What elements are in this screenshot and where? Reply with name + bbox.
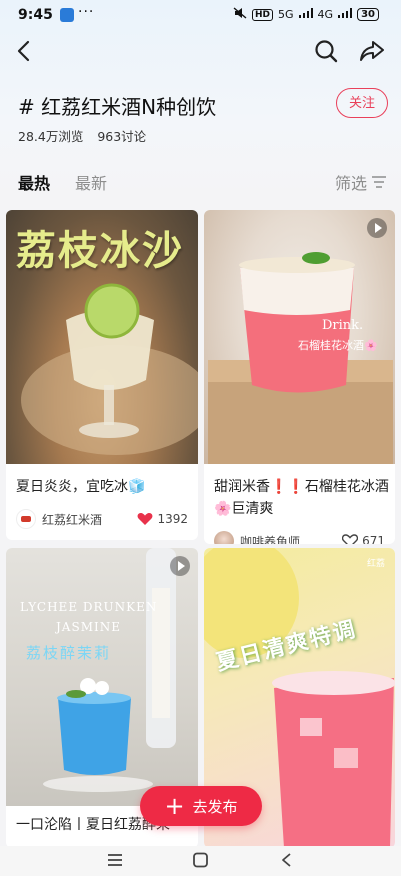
share-icon[interactable] xyxy=(359,38,385,64)
like-button[interactable]: 671 xyxy=(342,534,385,544)
post-title: 甜润米香❗❗石榴桂花冰酒🌸巨清爽 xyxy=(214,479,389,517)
tab-hot[interactable]: 最热 xyxy=(18,170,50,194)
follow-button[interactable]: 关注 xyxy=(336,88,388,118)
filter-button[interactable]: 筛选 xyxy=(335,170,386,194)
post-card[interactable]: Drink. 石榴桂花冰酒🌸 甜润米香❗❗石榴桂花冰酒🌸巨清爽 咖啡养鱼师 67… xyxy=(204,210,395,544)
signal-bars-icon xyxy=(298,8,313,21)
cover-caption-cn: 石榴桂花冰酒🌸 xyxy=(298,339,378,352)
post-cover-image: Drink. 石榴桂花冰酒🌸 xyxy=(204,210,395,464)
hd-badge: HD xyxy=(252,8,274,21)
sort-tabs: 最热 最新 筛选 xyxy=(18,170,386,194)
cover-caption-en-2: JASMINE xyxy=(56,620,121,634)
post-card[interactable]: 荔枝冰沙 夏日炎炎，宜吃冰🧊 红荔红米酒 1392 xyxy=(6,210,198,540)
post-cover-image: 荔枝冰沙 xyxy=(6,210,198,464)
status-bar: 9:45 ··· HD 5G 4G 30 xyxy=(0,0,401,30)
filter-label: 筛选 xyxy=(334,174,367,193)
cover-caption-en: LYCHEE DRUNKEN xyxy=(20,600,158,614)
view-count: 28.4万浏览 xyxy=(18,129,84,144)
heart-outline-icon xyxy=(342,534,359,544)
battery-indicator: 30 xyxy=(357,8,379,21)
cover-caption-cn: 荔枝醉茉莉 xyxy=(26,644,112,662)
post-title: 夏日炎炎，宜吃冰🧊 xyxy=(16,479,146,495)
like-button[interactable]: 1392 xyxy=(137,512,188,526)
signal-bars-icon-2 xyxy=(338,8,353,21)
plus-icon: + xyxy=(164,792,185,820)
topic-stats: 28.4万浏览 963讨论 xyxy=(18,126,156,145)
status-time: 9:45 xyxy=(18,7,53,23)
home-icon[interactable] xyxy=(192,852,212,870)
filter-icon xyxy=(372,176,386,188)
brand-logo: 红荔 xyxy=(366,559,385,569)
back-icon[interactable] xyxy=(12,38,38,64)
more-notifications: ··· xyxy=(78,4,95,20)
mute-icon xyxy=(233,7,247,22)
cover-caption-en: Drink. xyxy=(322,318,364,333)
menu-icon[interactable] xyxy=(106,852,126,870)
video-play-icon xyxy=(170,556,190,576)
avatar[interactable] xyxy=(16,509,36,529)
avatar[interactable] xyxy=(214,531,234,544)
heart-filled-icon xyxy=(138,513,153,525)
topic-title: # 红荔红米酒N种创饮 xyxy=(18,95,217,119)
discussion-count: 963讨论 xyxy=(97,129,147,144)
cover-caption: 荔枝冰沙 xyxy=(16,227,184,274)
post-cover-image: LYCHEE DRUNKEN JASMINE 荔枝醉茉莉 xyxy=(6,548,198,806)
status-indicators: HD 5G 4G 30 xyxy=(233,7,379,22)
nav-bar xyxy=(0,34,401,68)
signal-5g: 5G xyxy=(278,8,294,21)
publish-button[interactable]: + 去发布 xyxy=(140,786,262,826)
post-author[interactable]: 红荔红米酒 xyxy=(42,511,137,528)
video-play-icon xyxy=(367,218,387,238)
post-meta: 咖啡养鱼师 671 xyxy=(214,530,385,544)
post-meta: 红荔红米酒 1392 xyxy=(16,508,188,530)
back-nav-icon[interactable] xyxy=(278,852,298,870)
topic-header: # 红荔红米酒N种创饮 关注 xyxy=(18,88,388,124)
signal-4g: 4G xyxy=(317,8,334,21)
search-icon[interactable] xyxy=(313,38,339,64)
like-count: 671 xyxy=(362,534,385,544)
system-nav-bar xyxy=(0,846,401,876)
like-count: 1392 xyxy=(157,512,188,526)
app-notification-icon xyxy=(60,8,74,22)
tab-latest[interactable]: 最新 xyxy=(75,170,107,194)
post-author[interactable]: 咖啡养鱼师 xyxy=(240,533,342,545)
publish-label: 去发布 xyxy=(192,797,238,816)
